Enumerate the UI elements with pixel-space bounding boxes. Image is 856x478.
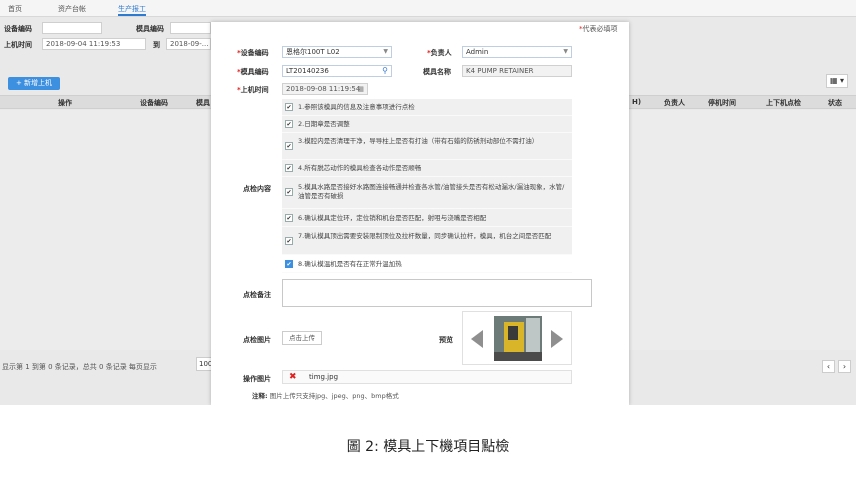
tab-bar: 首页 资产台帐 生产报工 bbox=[0, 0, 856, 17]
mold-name-field: K4 PUMP RETAINER bbox=[462, 65, 572, 77]
filter-device-code-input[interactable] bbox=[42, 22, 102, 34]
calendar-icon[interactable]: ▦ bbox=[357, 84, 364, 94]
filter-mold-code-label: 模具编码 bbox=[136, 25, 164, 33]
th-owner: 负责人 bbox=[664, 99, 685, 107]
filter-online-time-from[interactable]: 2018-09-04 11:19:53 bbox=[42, 38, 146, 50]
uploaded-file-row: ✖ timg.jpg bbox=[282, 370, 572, 384]
required-note: *代表必填项 bbox=[579, 25, 618, 33]
th-status: 状态 bbox=[828, 99, 842, 107]
th-downtime: 停机时间 bbox=[708, 99, 736, 107]
check-item-5[interactable]: ✔ 5.模具水路是否接好水路图连接畅通并检查各水管/油管接头是否有松动漏水/漏油现… bbox=[282, 177, 572, 209]
owner-label: *负责人 bbox=[427, 49, 452, 57]
remark-label: 点检备注 bbox=[243, 291, 271, 299]
pager-next-button[interactable]: › bbox=[838, 360, 851, 373]
online-time-field[interactable]: 2018-09-08 11:19:54 ▦ bbox=[282, 83, 368, 95]
tab-home[interactable]: 首页 bbox=[8, 2, 22, 16]
columns-toggle-button[interactable]: ▦ ▾ bbox=[826, 74, 848, 88]
check-content-label: 点检内容 bbox=[243, 185, 271, 193]
th-device-code: 设备编码 bbox=[140, 99, 168, 107]
checkbox[interactable]: ✔ bbox=[285, 188, 293, 196]
filter-device-code-label: 设备编码 bbox=[4, 25, 32, 33]
mold-code-label: *模具编码 bbox=[237, 68, 269, 76]
add-online-button[interactable]: + 新增上机 bbox=[8, 77, 60, 90]
owner-select[interactable]: Admin ▼ bbox=[462, 46, 572, 58]
checkbox[interactable]: ✔ bbox=[285, 260, 293, 268]
checkbox[interactable]: ✔ bbox=[285, 142, 293, 150]
check-items-list: ✔ 1.参照该模具的信息及注意事项进行点检 ✔ 2.日期章是否调整 ✔ 3.模腔内是否… bbox=[282, 99, 572, 273]
filter-mold-code-input[interactable] bbox=[170, 22, 211, 34]
arrow-left-icon[interactable] bbox=[471, 330, 483, 348]
check-item-6[interactable]: ✔ 6.确认模具定位环，定位销和机台是否匹配，射咀与浇嘴是否相配 bbox=[282, 209, 572, 227]
check-item-3[interactable]: ✔ 3.模腔内是否清理干净，导导柱上是否有打油（带有石蜡的防锈剂动部位不需打油） bbox=[282, 133, 572, 160]
check-photo-label: 点检图片 bbox=[243, 336, 271, 344]
preview-label: 预览 bbox=[439, 336, 453, 344]
check-item-8[interactable]: ✔ 8.确认模温机是否有在正常升温加热 bbox=[282, 255, 572, 273]
arrow-right-icon[interactable] bbox=[551, 330, 563, 348]
format-note: 注释: 图片上传只支持jpg、jpeg、png、bmp格式 bbox=[252, 392, 399, 400]
image-preview bbox=[462, 311, 572, 365]
app-window: 首页 资产台帐 生产报工 设备编码 模具编码 上机时间 2018-09-04 1… bbox=[0, 0, 856, 405]
device-code-select[interactable]: 恩格尔100T L02 ▼ bbox=[282, 46, 392, 58]
chevron-down-icon: ▼ bbox=[383, 48, 388, 55]
checkbox[interactable]: ✔ bbox=[285, 237, 293, 245]
mold-code-input[interactable]: LT20140236 ⚲ bbox=[282, 65, 392, 77]
th-hours: H) bbox=[632, 98, 642, 106]
th-online-check: 上下机点检 bbox=[766, 99, 801, 107]
operation-photo-label: 操作图片 bbox=[243, 375, 271, 383]
tab-assets[interactable]: 资产台帐 bbox=[58, 2, 86, 16]
mold-name-label: 模具名称 bbox=[423, 68, 451, 76]
checkbox[interactable]: ✔ bbox=[285, 103, 293, 111]
th-operation: 操作 bbox=[58, 99, 72, 107]
preview-thumbnail bbox=[494, 316, 542, 361]
checkbox[interactable]: ✔ bbox=[285, 120, 293, 128]
device-code-label: *设备编码 bbox=[237, 49, 269, 57]
checkbox[interactable]: ✔ bbox=[285, 214, 293, 222]
online-check-modal: *代表必填项 *设备编码 恩格尔100T L02 ▼ *负责人 Admin ▼ *模… bbox=[211, 22, 629, 405]
upload-button[interactable]: 点击上传 bbox=[282, 331, 322, 345]
tab-production-report[interactable]: 生产报工 bbox=[118, 2, 146, 16]
check-item-2[interactable]: ✔ 2.日期章是否调整 bbox=[282, 116, 572, 133]
search-icon[interactable]: ⚲ bbox=[382, 66, 388, 76]
pager-prev-button[interactable]: ‹ bbox=[822, 360, 835, 373]
filter-online-time-label: 上机时间 bbox=[4, 41, 32, 49]
checkbox[interactable]: ✔ bbox=[285, 164, 293, 172]
online-time-label: *上机时间 bbox=[237, 86, 269, 94]
chevron-down-icon: ▼ bbox=[563, 48, 568, 55]
filter-online-time-to[interactable]: 2018-09-... bbox=[166, 38, 211, 50]
pagination-summary: 显示第 1 到第 0 条记录，总共 0 条记录 每页显示 bbox=[2, 363, 157, 371]
file-name: timg.jpg bbox=[309, 373, 339, 381]
figure-caption: 圖 2: 模具上下機項目點檢 bbox=[346, 439, 510, 455]
filter-to-label: 到 bbox=[153, 41, 160, 49]
check-item-1[interactable]: ✔ 1.参照该模具的信息及注意事项进行点检 bbox=[282, 99, 572, 116]
th-mold: 模具 bbox=[196, 99, 210, 107]
check-item-4[interactable]: ✔ 4.所有脱芯动作的模具检查各动作是否顺畅 bbox=[282, 160, 572, 177]
check-item-7[interactable]: ✔ 7.确认模具顶出需要安装限制顶位及拉杆数量，同步确认拉杆，模具，机台之间是否匹… bbox=[282, 227, 572, 255]
remove-file-icon[interactable]: ✖ bbox=[289, 372, 297, 382]
remark-textarea[interactable] bbox=[282, 279, 592, 307]
